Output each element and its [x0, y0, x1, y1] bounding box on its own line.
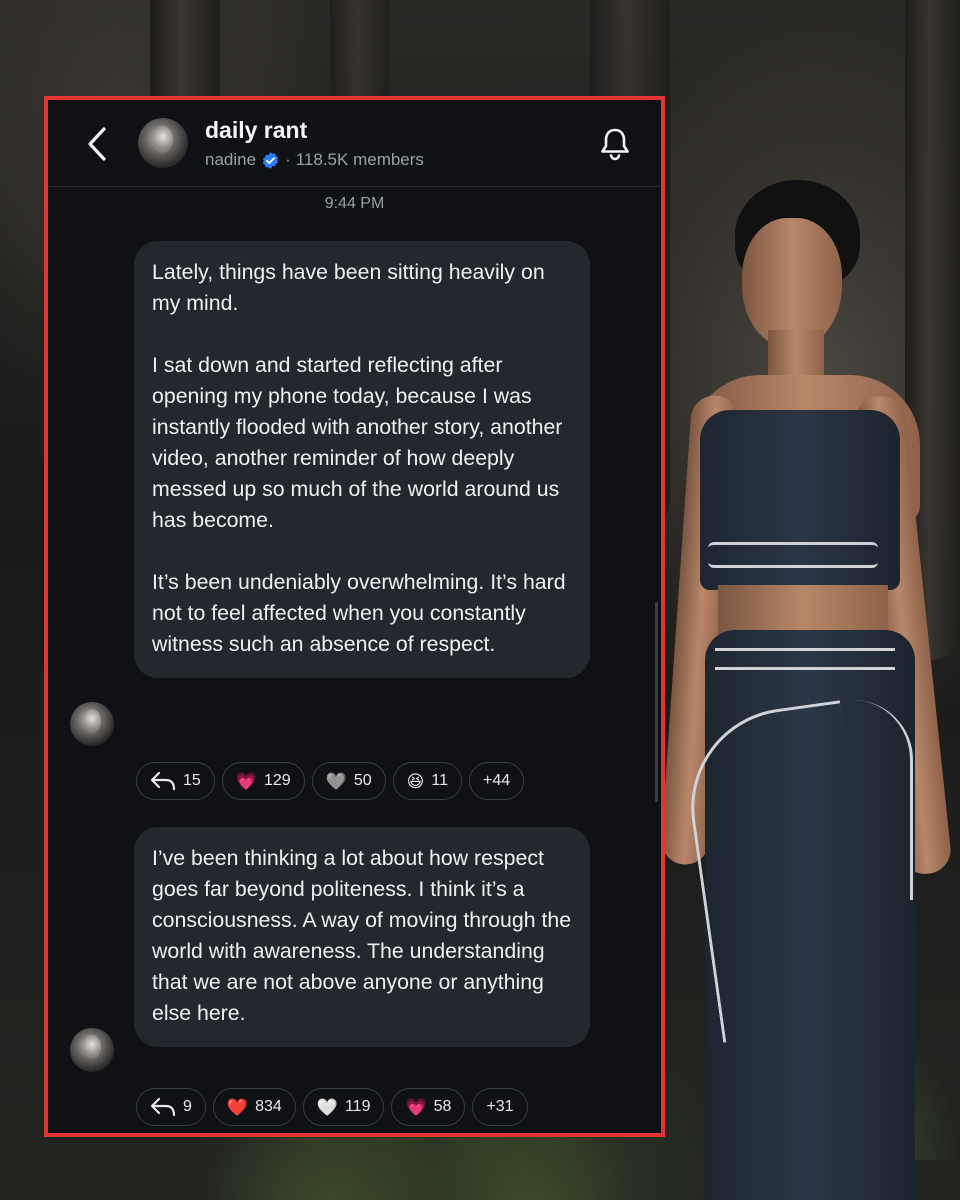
back-button[interactable] [82, 124, 112, 164]
reaction-count: 50 [353, 772, 372, 789]
message-paragraph: I sat down and started reflecting after … [152, 353, 563, 532]
channel-header: daily rant nadine · 118.5K members [48, 100, 661, 187]
message-bubble[interactable]: I’ve been thinking a lot about how respe… [134, 827, 590, 1047]
laughing-face-icon: 😆 [406, 771, 425, 791]
channel-avatar[interactable] [138, 118, 188, 168]
more-reactions-button[interactable]: +44 [468, 762, 525, 800]
reaction-pill[interactable]: 🤍 119 [302, 1088, 385, 1126]
reply-arrow-icon [150, 771, 176, 791]
scrollbar-thumb[interactable] [655, 602, 658, 802]
sender-avatar[interactable] [70, 702, 114, 746]
message-paragraph: Lately, things have been sitting heavily… [152, 260, 545, 315]
heart-pink-icon: 💗 [405, 1097, 427, 1117]
reply-count-button[interactable]: 9 [136, 1088, 206, 1126]
chat-screenshot-panel: daily rant nadine · 118.5K members 9:44 … [44, 96, 665, 1137]
channel-title[interactable]: daily rant [205, 117, 307, 144]
reaction-pill[interactable]: 🩶 50 [311, 762, 386, 800]
sender-avatar[interactable] [70, 1028, 114, 1072]
subtitle-separator: · [285, 150, 291, 169]
reaction-pill[interactable]: 💗 129 [221, 762, 305, 800]
channel-owner: nadine [205, 150, 257, 169]
member-count: 118.5K members [295, 150, 424, 169]
reaction-count: 129 [263, 772, 291, 789]
message-paragraph: I’ve been thinking a lot about how respe… [152, 846, 572, 1025]
woman-figure [659, 180, 960, 1200]
message-bubble[interactable]: Lately, things have been sitting heavily… [134, 241, 590, 678]
reaction-count: 11 [431, 772, 448, 789]
reaction-pill[interactable]: ❤️ 834 [212, 1088, 296, 1126]
reaction-pill[interactable]: 😆 11 [392, 762, 462, 800]
heart-red-icon: ❤️ [226, 1097, 249, 1117]
message-timestamp: 9:44 PM [324, 195, 385, 212]
reply-count-button[interactable]: 15 [136, 762, 215, 800]
reply-count: 9 [183, 1098, 192, 1115]
reaction-count: 834 [255, 1098, 282, 1115]
verified-badge-icon [263, 151, 279, 169]
heart-grey-icon: 🩶 [325, 771, 347, 791]
notifications-button[interactable] [596, 124, 634, 164]
more-reactions-button[interactable]: +31 [472, 1088, 528, 1126]
channel-subtitle: nadine · 118.5K members [205, 150, 424, 170]
reaction-count: 58 [433, 1098, 452, 1115]
reaction-bar: 15 💗 129 🩶 50 😆 11 +44 [136, 762, 525, 800]
bell-icon [601, 128, 629, 161]
reply-count: 15 [183, 772, 201, 789]
chevron-left-icon [88, 127, 106, 161]
heart-pink-icon: 💗 [235, 771, 257, 791]
reaction-count: 119 [344, 1098, 371, 1115]
reply-arrow-icon [150, 1097, 176, 1117]
reaction-bar: 9 ❤️ 834 🤍 119 💗 58 +31 [136, 1088, 528, 1126]
heart-white-icon: 🤍 [316, 1097, 338, 1117]
reaction-pill[interactable]: 💗 58 [391, 1088, 466, 1126]
message-paragraph: It’s been undeniably overwhelming. It’s … [152, 570, 566, 656]
